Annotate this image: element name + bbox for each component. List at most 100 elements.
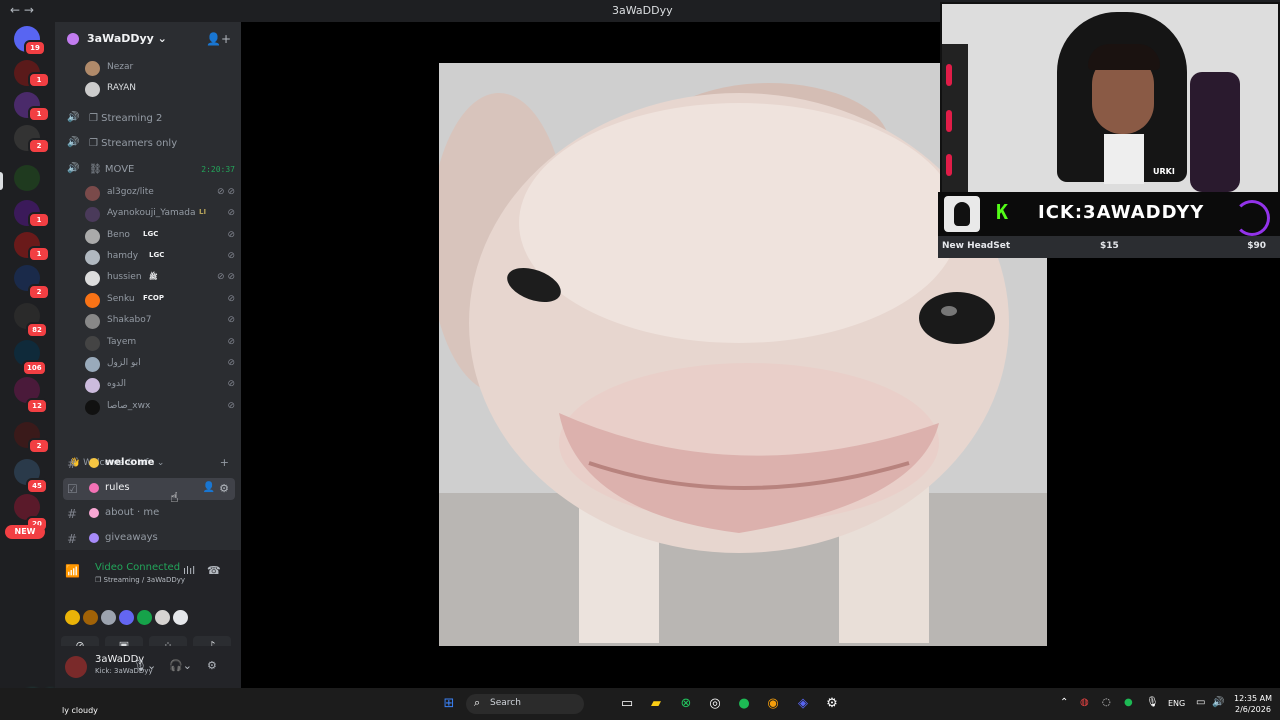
chrome-icon[interactable]: ◉ (764, 695, 782, 713)
channel-rules[interactable]: ☑ rules 👤 ⚙ (63, 478, 235, 500)
voice-member[interactable]: Nezar (85, 59, 235, 77)
channel-name: giveaways (105, 532, 158, 543)
network-icon[interactable]: ▭ (1196, 697, 1205, 708)
deafened-icon: ⊘ ⊘ (217, 272, 235, 282)
voice-channel-move[interactable]: 🔊 ⛓ MOVE 2:20:37 (63, 160, 235, 180)
avatar (85, 229, 100, 244)
windows-start-icon[interactable]: ⊞ (440, 695, 458, 713)
swirl-icon (1234, 200, 1270, 236)
weather-text[interactable]: ly cloudy (62, 706, 98, 715)
avatar[interactable] (119, 610, 134, 625)
channel-sidebar: 3aWaDDyy ⌄ 👤+ Nezar RAYAN 🔊 ❐ Streaming … (55, 22, 241, 688)
avatar[interactable] (65, 610, 80, 625)
avatar (85, 250, 100, 265)
voice-channel-streamers-only[interactable]: 🔊 ❐ Streamers only (63, 134, 235, 154)
server-emoji-icon (67, 33, 79, 45)
volume-icon[interactable]: 🔊 (1212, 697, 1224, 708)
task-view-icon[interactable]: ▭ (618, 695, 636, 713)
invite-people-icon[interactable]: 👤+ (206, 32, 231, 46)
gear-icon[interactable]: ⚙ (219, 482, 229, 495)
app-icon[interactable]: ◎ (706, 695, 724, 713)
server-badge: 2 (28, 284, 50, 300)
member-name: Shakabo7 (107, 315, 152, 325)
hash-icon: # (67, 507, 78, 521)
avatar (85, 293, 100, 308)
avatar[interactable] (173, 610, 188, 625)
voice-member[interactable]: hamdy LGC ⊘ (85, 248, 235, 266)
avatar (85, 400, 100, 415)
taskbar-clock[interactable]: 12:35 AM 2/6/2026 (1234, 693, 1272, 715)
tray-app-icon[interactable]: ◍ (1080, 697, 1089, 708)
voice-member[interactable]: al3goz/lite ⊘ ⊘ (85, 184, 235, 202)
member-name: hussien (107, 272, 142, 282)
language-indicator[interactable]: ENG (1168, 699, 1185, 708)
avatar[interactable] (137, 610, 152, 625)
avatar[interactable] (101, 610, 116, 625)
noise-suppression-icon[interactable]: ılıl (183, 564, 195, 577)
voice-member[interactable]: Tayem ⊘ (85, 334, 235, 352)
server-badge: 1 (28, 72, 50, 88)
xbox-icon[interactable]: ⊗ (677, 695, 695, 713)
voice-status[interactable]: Video Connected (95, 562, 180, 573)
avatar[interactable] (155, 610, 170, 625)
channel-giveaways[interactable]: # giveaways (63, 528, 235, 550)
voice-member[interactable]: Senku FCOP ⊘ (85, 291, 235, 309)
member-tag: LI (199, 208, 207, 216)
gear-icon[interactable]: ⚙ (207, 659, 217, 672)
chevron-up-icon[interactable]: ⌃ (1060, 697, 1068, 708)
spotify-tray-icon[interactable]: ● (1124, 697, 1133, 708)
channel-welcome[interactable]: # welcome (63, 453, 235, 475)
server-header[interactable]: 3aWaDDyy ⌄ 👤+ (55, 22, 241, 56)
deafened-icon: ⊘ (227, 401, 235, 411)
deafened-icon: ⊘ (227, 208, 235, 218)
microphone-icon[interactable]: 🎙⌄ (133, 659, 156, 672)
chair-illustration (942, 44, 968, 192)
voice-member[interactable]: الدوه ⊘ (85, 376, 235, 394)
voice-member[interactable]: صاصا_xwx ⊘ (85, 398, 235, 416)
avatar (85, 61, 100, 76)
voice-member[interactable]: Beno LGC ⊘ (85, 227, 235, 245)
channel-emoji-icon (89, 508, 99, 518)
tray-app-icon[interactable]: ◌ (1102, 697, 1111, 708)
avatar[interactable] (83, 610, 98, 625)
voice-member[interactable]: ابو الزول ⊘ (85, 355, 235, 373)
voice-member[interactable]: RAYAN (85, 80, 235, 98)
avatar[interactable] (65, 656, 87, 678)
deafened-icon: ⊘ (227, 230, 235, 240)
member-name: al3goz/lite (107, 187, 154, 197)
taskbar-search[interactable]: ⌕ Search (466, 694, 584, 714)
deafened-icon: ⊘ ⊘ (217, 187, 235, 197)
channel-about-me[interactable]: # about · me (63, 503, 235, 525)
donation-goal-bar: New HeadSet $15 $90 (938, 236, 1280, 258)
disconnect-icon[interactable]: ☎ (207, 564, 221, 577)
avatar (85, 378, 100, 393)
signal-icon[interactable]: 📶 (65, 564, 80, 578)
microphone-tray-icon[interactable]: 🎙 (1146, 697, 1159, 708)
led-light (946, 154, 952, 176)
headphones-icon[interactable]: 🎧⌄ (169, 659, 192, 672)
server-badge: 12 (26, 398, 48, 414)
file-explorer-icon[interactable]: ▰ (647, 695, 665, 713)
hash-icon: # (67, 532, 78, 546)
clock-date: 2/6/2026 (1235, 705, 1271, 714)
invite-icon[interactable]: 👤 (203, 482, 215, 493)
voice-member[interactable]: Shakabo7 ⊘ (85, 312, 235, 330)
avatar (85, 186, 100, 201)
hair-illustration (1088, 44, 1160, 70)
server-badge: 82 (26, 322, 48, 338)
voice-location[interactable]: ❐ Streaming / 3aWaDDyy (95, 576, 185, 584)
avatar (85, 271, 100, 286)
voice-member[interactable]: hussien ﷺ ⊘ ⊘ (85, 269, 235, 287)
unread-pill (0, 172, 3, 190)
discord-icon[interactable]: ◈ (794, 695, 812, 713)
voice-member[interactable]: Ayanokouji_Yamada LI ⊘ (85, 205, 235, 223)
channel-emoji-icon (89, 533, 99, 543)
nav-arrows[interactable]: ← → (10, 3, 34, 17)
member-name: صاصا_xwx (107, 401, 151, 411)
spotify-icon[interactable]: ● (735, 695, 753, 713)
server-badge: 106 (22, 360, 47, 376)
goal-current: $15 (1100, 241, 1119, 251)
settings-icon[interactable]: ⚙ (823, 695, 841, 713)
voice-channel-streaming-2[interactable]: 🔊 ❐ Streaming 2 (63, 109, 235, 129)
server-icon[interactable] (14, 165, 40, 191)
